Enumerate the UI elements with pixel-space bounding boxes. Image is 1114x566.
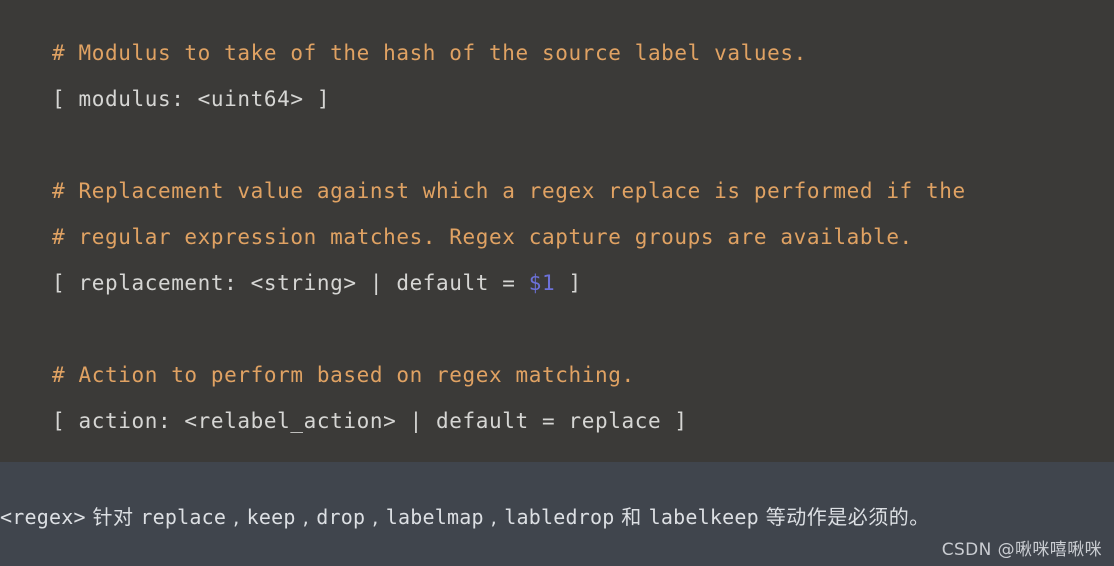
code-line-replacement: [ replacement: <string> | default = $1 ] [52,260,1114,306]
code-line-comment: # Modulus to take of the hash of the sou… [52,41,807,65]
code-line-comment: # regular expression matches. Regex capt… [52,225,913,249]
code-line-modulus: [ modulus: <uint64> ] [52,87,331,111]
code-block: # Modulus to take of the hash of the sou… [0,0,1114,462]
code-replacement-suffix: ] [555,271,582,295]
csdn-watermark: CSDN @啾咪嘻啾咪 [941,540,1102,560]
caption-segment-labelmap: labelmap [385,505,484,529]
caption-text: <regex> 针对 replace , keep , drop , label… [0,504,1114,530]
caption-segment-cjk: 针对 [85,505,141,529]
caption-segment-labelkeep: labelkeep [648,505,759,529]
caption-bar: <regex> 针对 replace , keep , drop , label… [0,462,1114,566]
caption-segment-conjunction: 和 [614,505,649,529]
code-line-action: [ action: <relabel_action> | default = r… [52,409,688,433]
caption-segment-sep: , [226,505,247,529]
caption-segment-sep: , [483,505,505,529]
caption-segment-labledrop: labledrop [504,505,615,529]
code-line-comment: # Action to perform based on regex match… [52,363,635,387]
caption-segment-replace: replace [140,505,227,529]
caption-segment-sep: , [365,505,386,529]
caption-segment-tail: 等动作是必须的。 [758,505,930,529]
screenshot-root: # Modulus to take of the hash of the sou… [0,0,1114,566]
caption-segment-keep: keep [246,505,296,529]
code-replacement-variable: $1 [528,271,556,295]
caption-segment-drop: drop [316,505,366,529]
code-replacement-prefix: [ replacement: <string> | default = [52,271,529,295]
caption-segment-sep: , [295,505,317,529]
caption-segment-regex: <regex> [0,505,86,529]
code-line-comment: # Replacement value against which a rege… [52,179,966,203]
